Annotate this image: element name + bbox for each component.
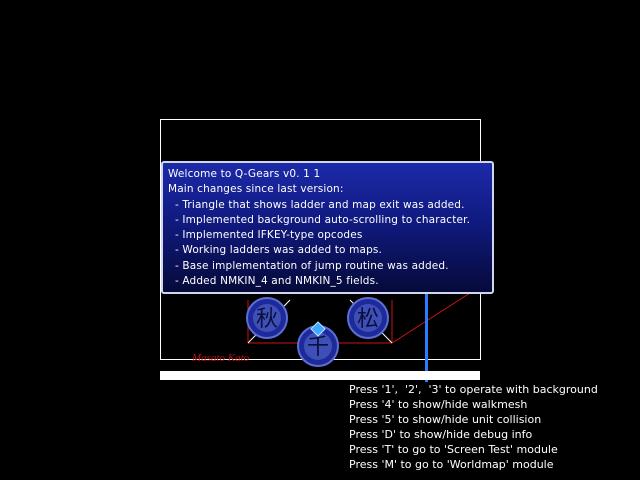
status-bar	[160, 371, 480, 380]
help-line: Press 'D' to show/hide debug info	[349, 428, 533, 441]
svg-text:千: 千	[307, 335, 329, 360]
kanji-emblem-left: 秋	[246, 297, 288, 339]
help-line: Press 'M' to go to 'Worldmap' module	[349, 458, 554, 471]
dialog-title: Welcome to Q-Gears v0. 1 1	[168, 168, 321, 180]
dialog-item: - Triangle that shows ladder and map exi…	[168, 198, 465, 211]
kanji-emblem-center: 千	[297, 321, 339, 367]
help-line: Press '5' to show/hide unit collision	[349, 413, 542, 426]
help-line: Press '1', '2', '3' to operate with back…	[349, 383, 598, 396]
dialog-subtitle: Main changes since last version:	[168, 183, 344, 196]
controls-help: Press '1', '2', '3' to operate with back…	[349, 382, 598, 472]
dialog-item: - Implemented background auto-scrolling …	[168, 213, 471, 226]
svg-text:秋: 秋	[256, 307, 278, 332]
dialog-item: - Added NMKIN_4 and NMKIN_5 fields.	[168, 275, 379, 288]
release-notes-dialog: Welcome to Q-Gears v0. 1 1 Main changes …	[161, 161, 494, 294]
svg-text:松: 松	[357, 307, 379, 332]
walkmesh-marker-line	[425, 290, 428, 382]
credit-text: Masato Kato	[192, 352, 250, 364]
dialog-item: - Working ladders was added to maps.	[168, 244, 383, 257]
help-line: Press 'T' to go to 'Screen Test' module	[349, 443, 558, 456]
help-line: Press '4' to show/hide walkmesh	[349, 398, 528, 411]
kanji-emblem-right: 松	[347, 297, 389, 339]
dialog-item: - Implemented IFKEY-type opcodes	[168, 229, 363, 242]
dialog-item: - Base implementation of jump routine wa…	[168, 259, 449, 272]
